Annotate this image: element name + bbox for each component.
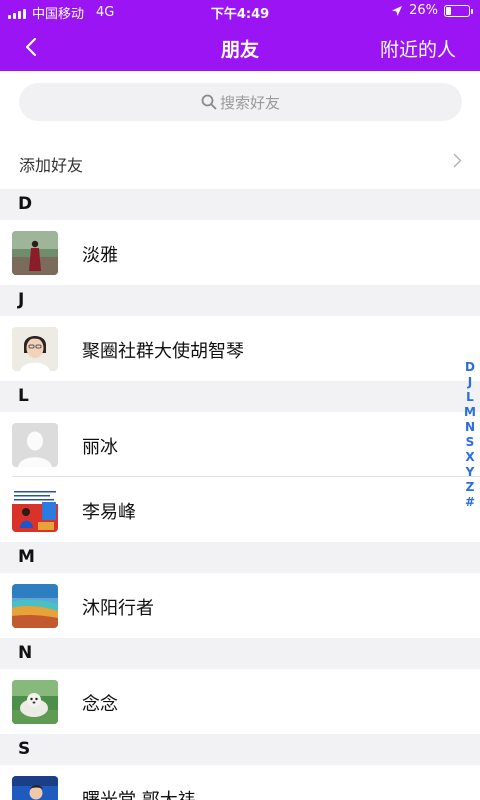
index-letter-y[interactable]: Y (466, 465, 475, 480)
battery-percent: 26% (409, 3, 438, 18)
index-letter-l[interactable]: L (466, 390, 474, 405)
contact-name: 聚圈社群大使胡智琴 (82, 341, 244, 362)
contact-item[interactable]: 念念 (0, 669, 480, 734)
contact-item[interactable]: 淡雅 (0, 220, 480, 285)
index-letter-x[interactable]: X (465, 450, 474, 465)
add-friend-label: 添加好友 (19, 156, 84, 175)
nearby-people-button[interactable]: 附近的人 (380, 35, 456, 62)
index-letter-j[interactable]: J (468, 375, 472, 390)
status-right: 26% (391, 3, 473, 18)
search-section: 搜索好友 (0, 71, 480, 133)
section-header-s: S (0, 734, 480, 765)
contact-item[interactable]: 沐阳行者 (0, 573, 480, 638)
contact-item[interactable]: 丽冰 (0, 412, 480, 477)
contact-item[interactable]: 聚圈社群大使胡智琴 (0, 316, 480, 381)
contact-name: 念念 (82, 694, 118, 715)
nav-bar: 朋友 附近的人 (0, 22, 480, 71)
search-placeholder: 搜索好友 (219, 93, 280, 112)
avatar (12, 327, 58, 371)
avatar (12, 776, 58, 800)
contact-name: 丽冰 (82, 437, 118, 458)
section-header-l: L (0, 381, 480, 412)
contact-name: 李易峰 (82, 502, 136, 523)
index-letter-z[interactable]: Z (466, 480, 475, 495)
index-letter-d[interactable]: D (465, 360, 475, 375)
add-friend-row[interactable]: 添加好友 (0, 133, 480, 189)
search-input[interactable]: 搜索好友 (19, 83, 462, 121)
battery-fill (446, 6, 451, 15)
avatar (12, 488, 58, 532)
index-letter-n[interactable]: N (465, 420, 475, 435)
avatar (12, 584, 58, 628)
contact-item[interactable]: 李易峰 (0, 477, 480, 542)
contact-list: D 淡雅 J 聚圈社群大使胡智琴 L 丽冰 李易峰 M 沐阳行者 N 念念 S (0, 189, 480, 800)
section-header-j: J (0, 285, 480, 316)
location-arrow-icon (392, 5, 403, 16)
default-avatar-icon (12, 423, 58, 467)
section-header-m: M (0, 542, 480, 573)
contact-name: 淡雅 (82, 245, 118, 266)
contact-name: 曙光堂 郭大祎 (82, 786, 196, 800)
avatar (12, 231, 58, 275)
chevron-right-icon (453, 153, 462, 168)
index-letter-s[interactable]: S (466, 435, 475, 450)
avatar (12, 680, 58, 724)
contact-name: 沐阳行者 (82, 598, 154, 619)
alphabet-index[interactable]: D J L M N S X Y Z # (462, 360, 478, 510)
section-header-d: D (0, 189, 480, 220)
battery-icon (444, 4, 473, 17)
contact-item[interactable]: 曙光堂 郭大祎 (0, 765, 480, 800)
index-letter-m[interactable]: M (464, 405, 476, 420)
section-header-n: N (0, 638, 480, 669)
status-bar: 中国移动 4G 下午4:49 26% (0, 0, 480, 22)
search-icon (201, 94, 217, 110)
index-letter-hash[interactable]: # (465, 495, 475, 510)
